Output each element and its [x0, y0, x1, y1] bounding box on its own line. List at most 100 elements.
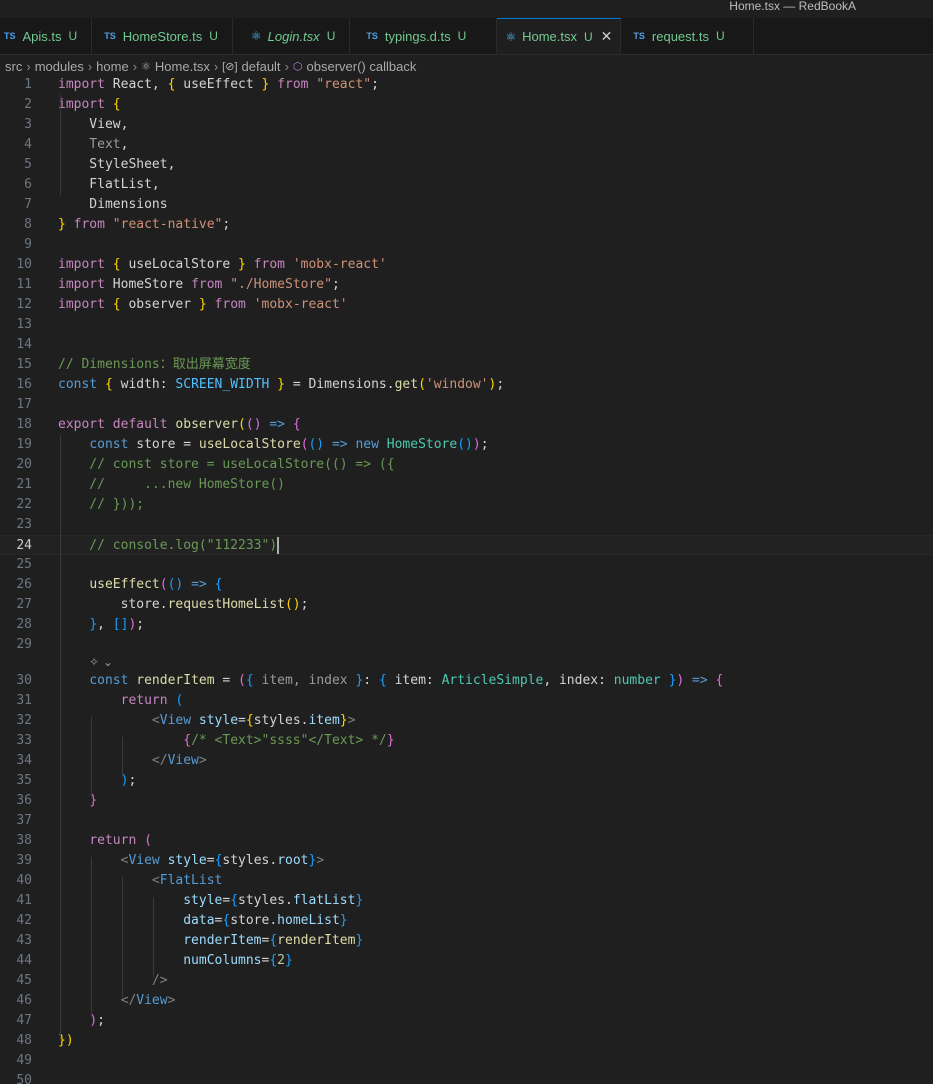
breadcrumb: src › modules › home › ⚛ Home.tsx › [⊘] …	[0, 55, 933, 77]
code-token: ;	[97, 1013, 105, 1028]
code-line[interactable]: 50	[0, 1071, 933, 1084]
code-token: View	[128, 853, 160, 868]
line-number: 44	[16, 953, 32, 968]
code-line[interactable]: 38 return (	[0, 831, 933, 851]
code-line[interactable]: 1 import React, { useEffect } from "react…	[0, 75, 933, 95]
code-token: []	[112, 617, 129, 632]
code-line[interactable]: 20 // const store = useLocalStore(() => …	[0, 455, 933, 475]
code-line[interactable]: 41 style={styles.flatList}	[0, 891, 933, 911]
line-number: 40	[16, 873, 32, 888]
code-line[interactable]: 18 export default observer(() => {	[0, 415, 933, 435]
breadcrumb-item-modules[interactable]: modules	[35, 59, 84, 74]
code-line[interactable]: 28 }, []);	[0, 615, 933, 635]
code-line[interactable]: 13	[0, 315, 933, 335]
code-token: StyleSheet,	[58, 157, 176, 172]
code-line[interactable]: 15 // Dimensions：取出屏幕宽度	[0, 355, 933, 375]
code-line[interactable]: 7 Dimensions	[0, 195, 933, 215]
breadcrumb-item-src[interactable]: src	[5, 59, 22, 74]
code-line[interactable]: 25	[0, 555, 933, 575]
line-number: 46	[16, 993, 32, 1008]
line-number: 9	[24, 237, 32, 252]
code-line[interactable]: 24 // console.log("112233")	[0, 535, 933, 555]
codelens[interactable]: ✧ ⌄	[89, 655, 113, 669]
code-line[interactable]: 34 </View>	[0, 751, 933, 771]
code-line[interactable]: 5 StyleSheet,	[0, 155, 933, 175]
code-token: number	[613, 673, 661, 688]
code-line[interactable]: 4 Text,	[0, 135, 933, 155]
code-line[interactable]: 16 const { width: SCREEN_WIDTH } = Dimens…	[0, 375, 933, 395]
code-line[interactable]: 29	[0, 635, 933, 655]
code-line[interactable]: 8} from "react-native";	[0, 215, 933, 235]
code-line[interactable]: 32 <View style={styles.item}>	[0, 711, 933, 731]
code-line[interactable]: 48})	[0, 1031, 933, 1051]
code-line[interactable]: 6 FlatList,	[0, 175, 933, 195]
code-line[interactable]: 43 renderItem={renderItem}	[0, 931, 933, 951]
typescript-file-icon: TS	[366, 31, 378, 41]
code-line[interactable]: 27 store.requestHomeList();	[0, 595, 933, 615]
code-token: {	[715, 673, 724, 688]
code-line[interactable]: 22 // }));	[0, 495, 933, 515]
code-line[interactable]: 47 );	[0, 1011, 933, 1031]
code-line[interactable]: 40 <FlatList	[0, 871, 933, 891]
code-text: import HomeStore from "./HomeStore";	[58, 275, 340, 295]
code-text: import React, { useEffect } from "react"…	[58, 75, 379, 95]
code-line[interactable]: 10 import { useLocalStore } from 'mobx-re…	[0, 255, 933, 275]
close-tab-icon[interactable]: ✕	[601, 28, 613, 45]
indent-guide	[91, 717, 92, 797]
tab-typings-d-ts[interactable]: TS typings.d.ts U	[350, 18, 498, 54]
code-token: 'mobx-react'	[292, 257, 387, 272]
tab-label: typings.d.ts	[384, 28, 451, 44]
code-line[interactable]: 12 import { observer } from 'mobx-react'	[0, 295, 933, 315]
code-line[interactable]: 21 // ...new HomeStore()	[0, 475, 933, 495]
code-line[interactable]: 30 const renderItem = ({ item, index }: …	[0, 671, 933, 691]
line-number: 28	[16, 617, 32, 632]
line-number: 6	[24, 177, 32, 192]
code-line[interactable]: 23	[0, 515, 933, 535]
breadcrumb-item-default[interactable]: default	[242, 59, 281, 74]
code-line[interactable]: 49	[0, 1051, 933, 1071]
code-token: requestHomeList	[167, 597, 285, 612]
code-line[interactable]: 19 const store = useLocalStore(() => new…	[0, 435, 933, 455]
code-token: View	[159, 713, 192, 728]
line-number: 14	[16, 337, 32, 352]
code-line[interactable]: 45 />	[0, 971, 933, 991]
code-token: styles.	[238, 893, 293, 908]
code-line[interactable]: 42 data={store.homeList}	[0, 911, 933, 931]
code-line[interactable]: 26 useEffect(() => {	[0, 575, 933, 595]
code-token: (	[418, 377, 426, 392]
code-line[interactable]: 17	[0, 395, 933, 415]
code-token: style	[167, 853, 207, 868]
code-line[interactable]: 39 <View style={styles.root}>	[0, 851, 933, 871]
code-line[interactable]: 3 View,	[0, 115, 933, 135]
code-line[interactable]: 11 import HomeStore from "./HomeStore";	[0, 275, 933, 295]
code-line[interactable]: 31 return (	[0, 691, 933, 711]
code-line[interactable]: 9	[0, 235, 933, 255]
tab-request-ts[interactable]: TS request.ts U	[621, 18, 754, 54]
code-line[interactable]: 46 </View>	[0, 991, 933, 1011]
code-line[interactable]: 44 numColumns={2}	[0, 951, 933, 971]
code-editor[interactable]: ✧ ⌄ 1 import React, { useEffect } from "r…	[0, 75, 933, 1084]
breadcrumb-item-file[interactable]: Home.tsx	[155, 59, 210, 74]
ai-sparkle-icon[interactable]: ✧ ⌄	[89, 655, 113, 669]
code-line[interactable]: 33 {/* <Text>"ssss"</Text> */}	[0, 731, 933, 751]
code-line[interactable]: 36 }	[0, 791, 933, 811]
line-number: 49	[16, 1053, 32, 1068]
breadcrumb-item-callback[interactable]: observer() callback	[307, 59, 417, 74]
code-line[interactable]: 37	[0, 811, 933, 831]
line-number: 33	[16, 733, 32, 748]
line-number: 31	[16, 693, 32, 708]
code-line[interactable]: 14	[0, 335, 933, 355]
code-token: (	[238, 417, 246, 432]
tab-login-tsx[interactable]: ⚛ Login.tsx U	[232, 18, 351, 54]
code-line[interactable]: 2 import {	[0, 95, 933, 115]
code-token: {	[230, 893, 239, 908]
tab-homestore-ts[interactable]: TS HomeStore.ts U	[92, 18, 233, 54]
tab-home-tsx[interactable]: ⚛ Home.tsx U ✕	[497, 18, 622, 54]
code-token: (	[144, 833, 152, 848]
variable-symbol-icon: [⊘]	[222, 60, 238, 73]
breadcrumb-item-home[interactable]: home	[96, 59, 129, 74]
code-line[interactable]: 35 );	[0, 771, 933, 791]
code-token: />	[151, 973, 168, 988]
tab-apis-ts[interactable]: TS Apis.ts U	[0, 18, 93, 54]
